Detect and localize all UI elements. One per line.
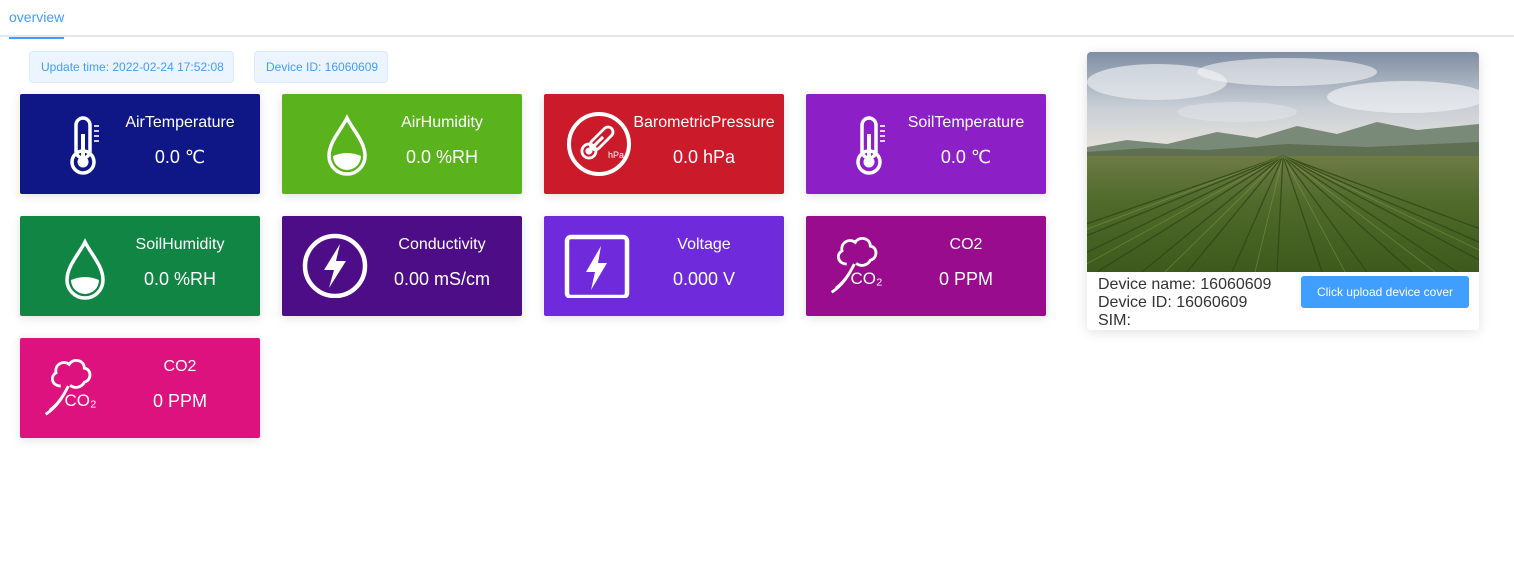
card-title: CO2 (949, 236, 983, 253)
card-value: 0.00 mS/cm (393, 269, 491, 289)
lightning-circle-icon (300, 232, 370, 299)
tab-bar: overview (0, 0, 1514, 39)
barometer-unit-label: hPa (608, 150, 624, 160)
sensor-card-voltage: Voltage 0.000 V (544, 216, 784, 316)
device-cover-image (1087, 52, 1479, 272)
card-title: SoilTemperature (907, 114, 1025, 131)
sensor-card-co2: CO₂ CO2 0 PPM (806, 216, 1046, 316)
device-name-text: Device name: 16060609 (1098, 276, 1272, 293)
card-value: 0.0 ℃ (154, 147, 206, 167)
sensor-card-barometric-pressure: hPa BarometricPressure 0.0 hPa (544, 94, 784, 194)
sensor-card-air-humidity: AirHumidity 0.0 %RH (282, 94, 522, 194)
card-value: 0 PPM (938, 269, 994, 289)
device-id-badge: Device ID: 16060609 (254, 51, 388, 83)
card-title: CO2 (163, 358, 197, 375)
card-title: SoilHumidity (135, 236, 225, 253)
upload-cover-button[interactable]: Click upload device cover (1301, 276, 1469, 308)
sensor-card-air-temperature: AirTemperature 0.0 ℃ (20, 94, 260, 194)
lightning-square-icon (562, 232, 632, 300)
card-value: 0 PPM (152, 391, 208, 411)
sensor-card-soil-humidity: SoilHumidity 0.0 %RH (20, 216, 260, 316)
card-value: 0.0 ℃ (940, 147, 992, 167)
sensor-card-co2-secondary: CO₂ CO2 0 PPM (20, 338, 260, 438)
card-title: AirTemperature (125, 114, 235, 131)
card-value: 0.0 hPa (672, 147, 736, 167)
co2-cloud-icon: CO₂ (38, 354, 108, 420)
card-title: AirHumidity (401, 114, 483, 131)
update-time-badge: Update time: 2022-02-24 17:52:08 (29, 51, 234, 83)
tab-overview[interactable]: overview (9, 0, 64, 39)
device-info: Device name: 16060609 Device ID: 1606060… (1098, 276, 1271, 330)
co2-icon-label: CO₂ (65, 391, 97, 410)
card-value: 0.0 %RH (143, 269, 217, 289)
card-title: Voltage (677, 236, 731, 253)
card-value: 0.0 %RH (405, 147, 479, 167)
co2-cloud-icon: CO₂ (824, 232, 894, 298)
device-sim-text: SIM: (1098, 312, 1131, 329)
card-title: BarometricPressure (633, 114, 775, 131)
co2-icon-label: CO₂ (851, 269, 883, 288)
device-panel: Device name: 16060609 Device ID: 1606060… (1087, 52, 1479, 330)
card-value: 0.000 V (672, 269, 736, 289)
device-id-text: Device ID: 16060609 (1098, 294, 1248, 311)
sensor-card-conductivity: Conductivity 0.00 mS/cm (282, 216, 522, 316)
card-title: Conductivity (398, 236, 486, 253)
sensor-card-soil-temperature: SoilTemperature 0.0 ℃ (806, 94, 1046, 194)
